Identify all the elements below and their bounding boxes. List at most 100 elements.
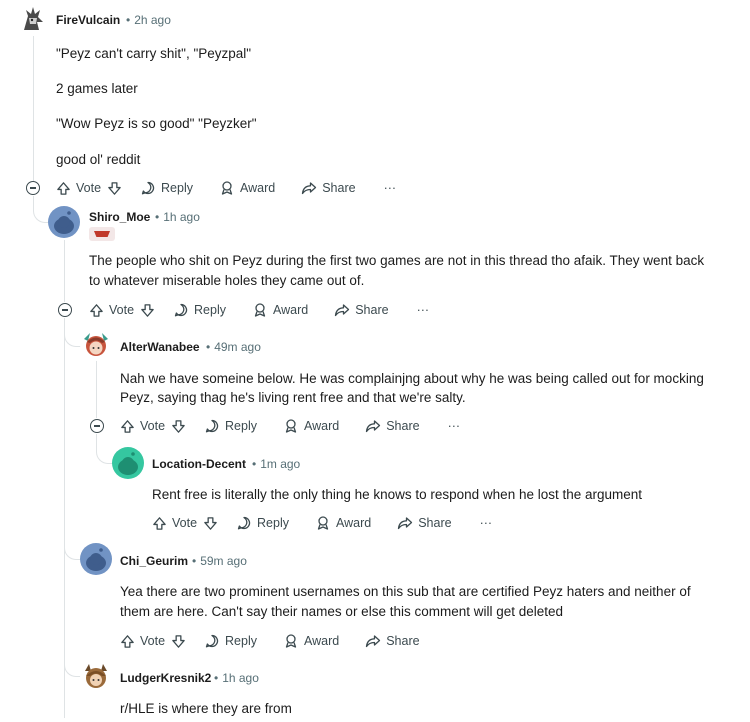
award-button[interactable]: Award xyxy=(315,515,371,531)
timestamp-text: 59m ago xyxy=(200,554,247,568)
comment-timestamp: • 1h ago xyxy=(155,210,200,224)
timestamp-text: 2h ago xyxy=(134,13,171,27)
downvote-icon xyxy=(108,181,121,195)
reply-label: Reply xyxy=(257,516,289,530)
meta-separator: • xyxy=(192,554,197,568)
thread-elbow xyxy=(64,530,81,560)
upvote-icon xyxy=(121,634,134,648)
vote-label: Vote xyxy=(109,303,135,317)
award-label: Award xyxy=(304,419,340,433)
reply-label: Reply xyxy=(194,303,226,317)
meta-separator: • xyxy=(214,671,219,685)
share-button[interactable]: Share xyxy=(365,633,420,649)
comment-body: them are here. Can't say their names or … xyxy=(120,604,564,619)
downvote-button[interactable] xyxy=(171,419,186,434)
vote-label: Vote xyxy=(140,634,166,648)
vote-label: Vote xyxy=(172,516,198,530)
timestamp-text: 1m ago xyxy=(260,457,301,471)
upvote-button[interactable]: Vote xyxy=(56,181,101,196)
comment-timestamp: • 49m ago xyxy=(206,340,261,354)
comment-username[interactable]: Shiro_Moe xyxy=(89,210,150,224)
comment-username[interactable]: AlterWanabee xyxy=(120,340,200,354)
comment-username[interactable]: FireVulcain xyxy=(56,13,120,27)
more-options-button[interactable]: ··· xyxy=(417,303,430,317)
thread-line xyxy=(64,240,65,302)
downvote-button[interactable] xyxy=(203,516,218,531)
share-label: Share xyxy=(418,516,452,530)
upvote-icon xyxy=(153,516,166,530)
award-button[interactable]: Award xyxy=(283,633,339,649)
share-button[interactable]: Share xyxy=(397,515,452,531)
reply-button[interactable]: Reply xyxy=(204,633,257,649)
share-button[interactable]: Share xyxy=(301,180,356,196)
share-icon xyxy=(366,635,381,648)
upvote-icon xyxy=(121,419,134,433)
award-label: Award xyxy=(336,516,372,530)
share-icon xyxy=(366,420,381,433)
reply-icon xyxy=(205,634,219,648)
award-button[interactable]: Award xyxy=(252,302,308,318)
reply-button[interactable]: Reply xyxy=(236,515,289,531)
downvote-icon xyxy=(141,303,154,317)
comment-action-bar: Vote Reply Award Share xyxy=(120,631,420,651)
share-label: Share xyxy=(355,303,389,317)
more-options-icon: ··· xyxy=(383,181,397,195)
award-icon xyxy=(285,419,297,433)
reply-label: Reply xyxy=(225,634,257,648)
avatar[interactable] xyxy=(18,4,48,34)
thread-elbow xyxy=(96,434,113,464)
avatar[interactable] xyxy=(112,447,144,479)
share-button[interactable]: Share xyxy=(365,418,420,434)
reply-icon xyxy=(237,516,251,530)
vote-label: Vote xyxy=(76,181,102,195)
upvote-button[interactable]: Vote xyxy=(152,516,197,531)
upvote-button[interactable]: Vote xyxy=(120,419,165,434)
comment-body: to whatever miserable holes they came ou… xyxy=(89,273,365,288)
more-options-icon: ··· xyxy=(479,516,493,530)
comment-username[interactable]: Location-Decent xyxy=(152,457,246,471)
upvote-button[interactable]: Vote xyxy=(120,634,165,649)
comment-username[interactable]: Chi_Geurim xyxy=(120,554,188,568)
collapse-thread-button[interactable] xyxy=(90,419,104,433)
comment-body: Yea there are two prominent usernames on… xyxy=(120,584,691,599)
downvote-button[interactable] xyxy=(171,634,186,649)
reply-button[interactable]: Reply xyxy=(140,180,193,196)
upvote-icon xyxy=(90,303,103,317)
user-flair xyxy=(89,227,115,241)
upvote-button[interactable]: Vote xyxy=(89,303,134,318)
vote-label: Vote xyxy=(140,419,166,433)
reply-icon xyxy=(141,181,155,195)
comment-action-bar: Vote Reply Award Share ··· xyxy=(56,178,396,198)
more-options-button[interactable]: ··· xyxy=(384,181,397,195)
thread-elbow xyxy=(64,650,81,677)
comment-timestamp: • 59m ago xyxy=(192,554,247,568)
avatar[interactable] xyxy=(80,329,112,361)
award-button[interactable]: Award xyxy=(283,418,339,434)
avatar[interactable] xyxy=(80,660,112,692)
award-button[interactable]: Award xyxy=(219,180,275,196)
avatar[interactable] xyxy=(80,543,112,575)
share-icon xyxy=(398,517,413,530)
collapse-thread-button[interactable] xyxy=(58,303,72,317)
more-options-icon: ··· xyxy=(416,303,430,317)
share-icon xyxy=(335,304,350,317)
downvote-icon xyxy=(172,419,185,433)
more-options-button[interactable]: ··· xyxy=(448,419,461,433)
award-icon xyxy=(317,516,329,530)
collapse-thread-button[interactable] xyxy=(26,181,40,195)
comment-body: Peyz, saying thag he's living rent free … xyxy=(120,390,466,405)
award-icon xyxy=(254,303,266,317)
reply-button[interactable]: Reply xyxy=(204,418,257,434)
award-label: Award xyxy=(240,181,276,195)
reply-label: Reply xyxy=(225,419,257,433)
comment-username[interactable]: LudgerKresnik2 xyxy=(120,671,211,685)
downvote-button[interactable] xyxy=(140,303,155,318)
meta-separator: • xyxy=(126,13,131,27)
downvote-button[interactable] xyxy=(107,181,122,196)
downvote-icon xyxy=(172,634,185,648)
avatar[interactable] xyxy=(48,206,80,238)
reply-button[interactable]: Reply xyxy=(173,302,226,318)
share-button[interactable]: Share xyxy=(334,302,389,318)
upvote-icon xyxy=(57,181,70,195)
more-options-button[interactable]: ··· xyxy=(480,516,493,530)
